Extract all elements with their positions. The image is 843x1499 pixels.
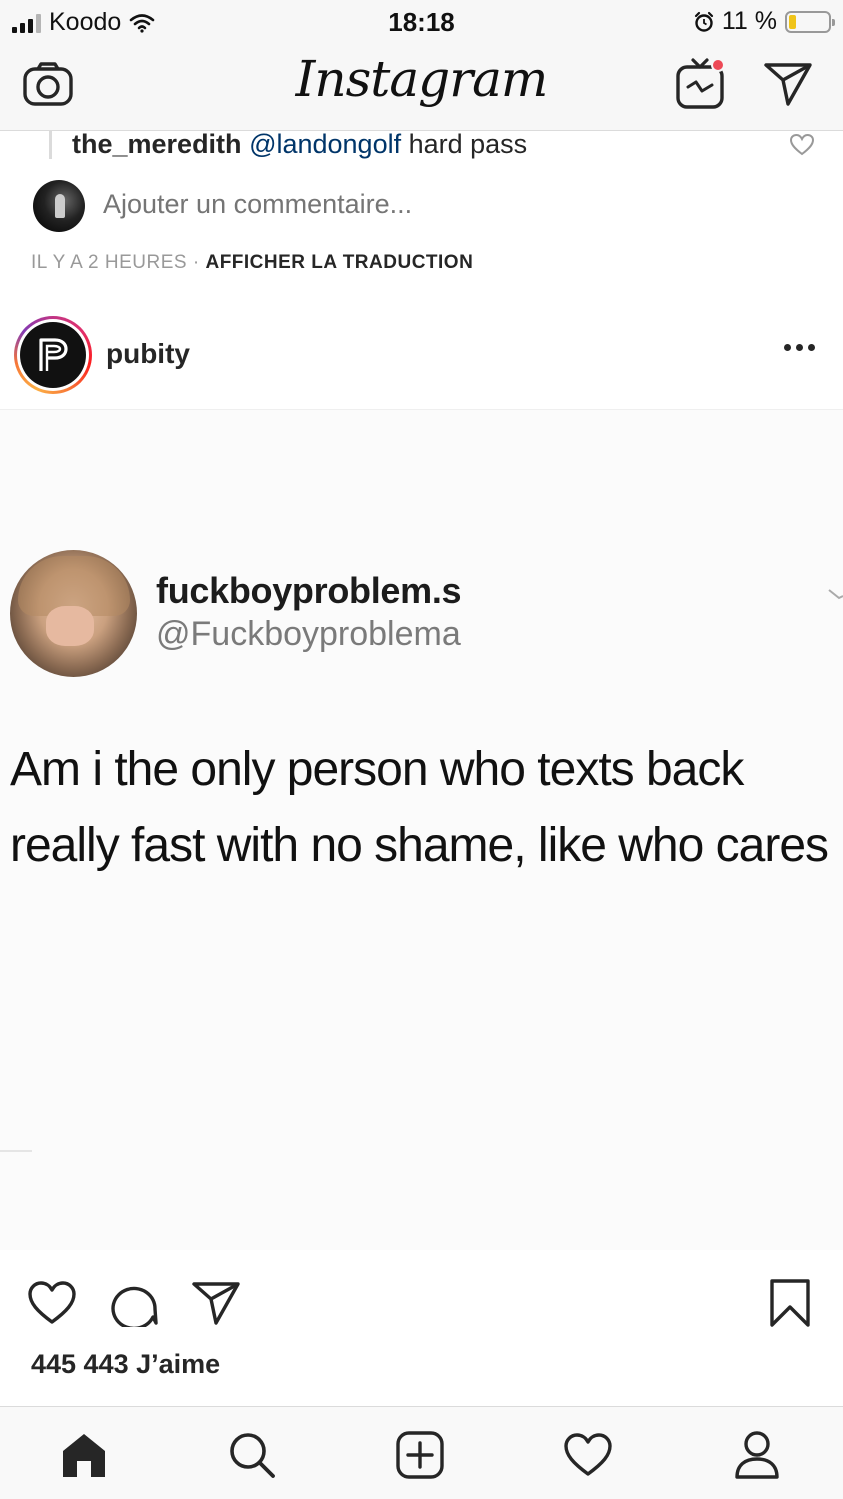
comment-reply: the_meredith @landongolf hard pass	[72, 129, 527, 160]
direct-icon[interactable]	[762, 58, 814, 110]
like-icon[interactable]	[24, 1275, 80, 1331]
igtv-icon[interactable]	[674, 58, 726, 110]
top-nav: Instagram	[0, 42, 843, 131]
comment-like-icon[interactable]	[789, 133, 815, 162]
bottom-tab-bar	[0, 1406, 843, 1499]
activity-icon[interactable]	[560, 1427, 616, 1483]
more-options-icon[interactable]	[784, 344, 815, 351]
pubity-logo-icon	[39, 338, 68, 371]
home-icon[interactable]	[56, 1427, 112, 1483]
comment-username[interactable]: the_meredith	[72, 129, 242, 159]
tweet-handle: @Fuckboyproblema	[156, 615, 461, 653]
see-translation-link[interactable]: AFFICHER LA TRADUCTION	[205, 252, 473, 273]
image-divider	[0, 1150, 32, 1152]
comment-text: hard pass	[401, 129, 528, 159]
post-username[interactable]: pubity	[106, 338, 190, 370]
battery-icon	[785, 10, 835, 33]
status-bar: Koodo 18:18 11 %	[0, 0, 843, 42]
new-post-icon[interactable]	[392, 1427, 448, 1483]
battery-level	[789, 14, 796, 29]
status-right: 11 %	[694, 7, 835, 36]
meta-separator: ·	[187, 252, 206, 273]
tweet-text: Am i the only person who texts back real…	[10, 743, 829, 872]
post-actions	[0, 1250, 843, 1350]
post-avatar[interactable]	[14, 316, 92, 394]
own-avatar	[33, 180, 85, 232]
post-header: pubity	[0, 300, 843, 410]
comment-mention[interactable]: @landongolf	[249, 129, 401, 159]
comment-icon[interactable]	[106, 1275, 162, 1331]
share-icon[interactable]	[188, 1275, 244, 1331]
tweet-display-name: fuckboyproblem.s	[156, 570, 462, 611]
add-comment-input[interactable]	[103, 189, 603, 220]
reply-thread-line	[49, 131, 52, 159]
likes-count[interactable]: 445 443 J’aime	[31, 1349, 220, 1380]
caption-peek	[31, 1396, 291, 1406]
tweet-avatar	[10, 550, 137, 677]
save-icon[interactable]	[762, 1275, 818, 1331]
battery-percent: 11 %	[721, 7, 777, 35]
search-icon[interactable]	[224, 1427, 280, 1483]
post-image[interactable]: fuckboyproblem.s @Fuckboyproblema Am i t…	[0, 410, 843, 1250]
profile-icon[interactable]	[729, 1427, 785, 1483]
alarm-icon	[694, 11, 713, 32]
post-meta: IL Y A 2 HEURES · AFFICHER LA TRADUCTION	[31, 252, 473, 274]
chevron-down-icon	[828, 589, 843, 600]
post-timestamp: IL Y A 2 HEURES	[31, 252, 188, 273]
